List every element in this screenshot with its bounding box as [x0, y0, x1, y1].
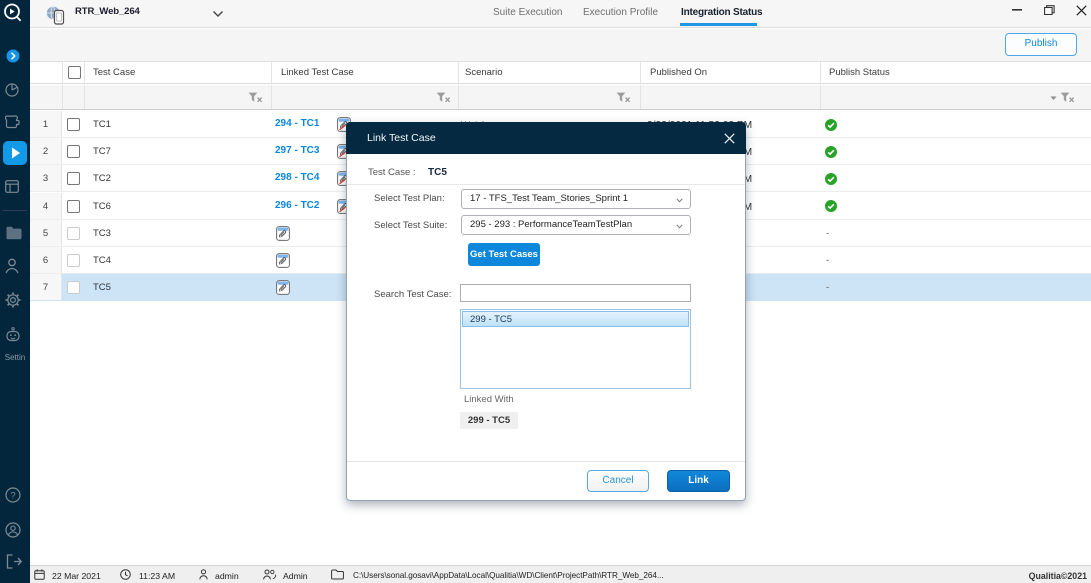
svg-text:?: ? — [10, 491, 15, 502]
